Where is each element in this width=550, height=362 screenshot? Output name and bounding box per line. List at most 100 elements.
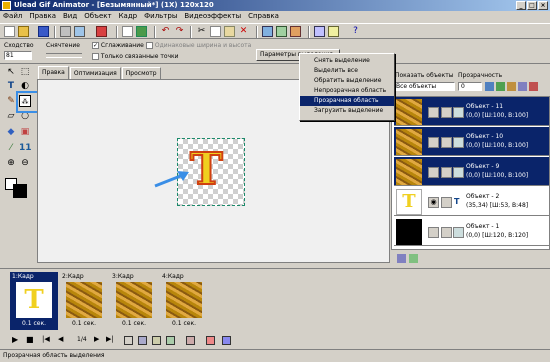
duplicate-frame-icon[interactable] — [138, 336, 147, 345]
menu-help[interactable]: Справка — [248, 11, 279, 22]
tab-optimize[interactable]: Оптимизация — [69, 67, 121, 79]
zoom-in-icon[interactable]: ⊕ — [5, 157, 17, 169]
play-icon[interactable]: ▶ — [12, 335, 18, 344]
menu-item-select-all[interactable]: Выделить все — [300, 66, 394, 76]
preview-icon[interactable] — [314, 26, 325, 37]
undo-icon[interactable]: ↶ — [160, 26, 171, 37]
menu-file[interactable]: Файл — [3, 11, 22, 22]
new-file-icon[interactable] — [4, 26, 15, 37]
shape-tool-icon[interactable]: ▣ — [19, 126, 31, 138]
menu-item-invert-selection[interactable]: Обратить выделение — [300, 76, 394, 86]
paint-icon[interactable] — [96, 26, 107, 37]
paste-icon[interactable] — [224, 26, 235, 37]
lock-toggle-icon[interactable] — [441, 197, 452, 208]
lock-toggle-icon[interactable] — [441, 107, 452, 118]
cut-icon[interactable]: ✂ — [196, 26, 207, 37]
smoothing-option[interactable]: ✓ Сглаживание — [92, 42, 144, 49]
lock-toggle-icon[interactable] — [441, 137, 452, 148]
eyedropper-tool-icon[interactable]: ⁄ — [5, 142, 17, 154]
menu-item-transparent-area[interactable]: Прозрачная область — [300, 96, 394, 106]
show-objects-select[interactable]: Все объекты — [393, 82, 455, 91]
frame-delay: 0.1 сек. — [72, 320, 96, 327]
prev-frame-icon[interactable]: ◀ — [58, 335, 63, 343]
object-props-icon[interactable] — [507, 82, 516, 91]
help-icon[interactable]: ? — [350, 26, 361, 37]
delete-frame-icon[interactable] — [206, 336, 215, 345]
object-up-icon[interactable] — [397, 254, 406, 263]
add-image-icon[interactable] — [60, 26, 71, 37]
object-row[interactable]: T ◉ T Объект - 2 (35,34) [Ш:53, В:48] — [394, 187, 549, 216]
object-row[interactable]: Объект - 1 (0,0) [Ш:120, В:120] — [394, 217, 549, 246]
similarity-input[interactable]: 81 — [4, 51, 32, 60]
merge-object-icon[interactable] — [496, 82, 505, 91]
foreground-color-swatch[interactable] — [13, 184, 27, 198]
object-row[interactable]: Объект - 10 (0,0) [Ш:100, В:100] — [394, 127, 549, 156]
tab-edit[interactable]: Правка — [38, 66, 69, 79]
marquee-tool-icon[interactable]: ⬚ — [19, 66, 31, 78]
same-size-option[interactable]: Одинаковые ширина и высота — [146, 42, 251, 49]
visibility-eye-icon[interactable]: ◉ — [428, 197, 439, 208]
rotate-icon[interactable] — [290, 26, 301, 37]
menu-item-load-selection[interactable]: Загрузить выделение — [300, 106, 394, 116]
visibility-toggle-icon[interactable] — [428, 167, 439, 178]
add-video-icon[interactable] — [74, 26, 85, 37]
pointer-tool-icon[interactable]: ↖ — [5, 66, 17, 78]
save-optimized-icon[interactable] — [136, 26, 147, 37]
menu-edit[interactable]: Правка — [29, 11, 56, 22]
save-icon[interactable] — [38, 26, 49, 37]
frame-item[interactable]: 3:Кадр 0.1 сек. — [110, 272, 158, 330]
redo-icon[interactable]: ↷ — [174, 26, 185, 37]
tab-preview[interactable]: Просмотр — [121, 67, 161, 79]
smoothing-checkbox[interactable]: ✓ — [92, 42, 99, 49]
delete-icon[interactable]: ✕ — [238, 26, 249, 37]
menu-item-deselect[interactable]: Снять выделение — [300, 56, 394, 66]
menu-filters[interactable]: Фильтры — [144, 11, 177, 22]
lock-toggle-icon[interactable] — [441, 167, 452, 178]
open-folder-icon[interactable] — [18, 26, 29, 37]
crop-icon[interactable] — [262, 26, 273, 37]
fill-tool-icon[interactable]: ◆ — [5, 126, 17, 138]
frame-item[interactable]: 1:Кадр T 0.1 сек. — [10, 272, 58, 330]
same-size-checkbox[interactable] — [146, 42, 153, 49]
minimize-button[interactable]: _ — [516, 1, 526, 10]
menu-item-opaque-area[interactable]: Непрозрачная область — [300, 86, 394, 96]
delete-object-icon[interactable] — [529, 82, 538, 91]
opacity-input[interactable]: 0 — [458, 82, 482, 91]
linked-points-checkbox[interactable] — [92, 53, 99, 60]
object-row[interactable]: Объект - 9 (0,0) [Ш:100, В:100] — [394, 157, 549, 186]
visibility-toggle-icon[interactable] — [428, 227, 439, 238]
document-icon[interactable] — [122, 26, 133, 37]
linked-points-option[interactable]: Только связанные точки — [92, 53, 179, 60]
tween-icon[interactable] — [152, 336, 161, 345]
object-row[interactable]: Объект - 11 (0,0) [Ш:100, В:100] — [394, 97, 549, 126]
copy-icon[interactable] — [210, 26, 221, 37]
move-up-icon[interactable] — [518, 82, 527, 91]
removal-slider[interactable] — [46, 53, 82, 58]
frame-item[interactable]: 2:Кадр 0.1 сек. — [60, 272, 108, 330]
frame-item[interactable]: 4:Кадр 0.1 сек. — [160, 272, 208, 330]
lock-toggle-icon[interactable] — [441, 227, 452, 238]
frame-props-icon[interactable] — [186, 336, 195, 345]
stop-icon[interactable]: ■ — [26, 335, 34, 344]
zoom-out-icon[interactable]: ⊖ — [19, 157, 31, 169]
numbering-tool-icon[interactable]: 11 — [19, 142, 32, 154]
next-frame-icon[interactable]: ▶ — [94, 335, 99, 343]
menu-video-effects[interactable]: Видеоэффекты — [184, 11, 241, 22]
menu-frame[interactable]: Кадр — [119, 11, 138, 22]
add-frame-icon[interactable] — [124, 336, 133, 345]
object-down-icon[interactable] — [409, 254, 418, 263]
text-banner-icon[interactable] — [166, 336, 175, 345]
visibility-toggle-icon[interactable] — [428, 107, 439, 118]
object-type-icon — [453, 107, 464, 118]
first-frame-icon[interactable]: |◀ — [42, 335, 50, 343]
resize-icon[interactable] — [276, 26, 287, 37]
menu-object[interactable]: Объект — [84, 11, 111, 22]
menu-view[interactable]: Вид — [63, 11, 77, 22]
browser-preview-icon[interactable] — [328, 26, 339, 37]
onion-skin-icon[interactable] — [222, 336, 231, 345]
last-frame-icon[interactable]: ▶| — [106, 335, 114, 343]
visibility-toggle-icon[interactable] — [428, 137, 439, 148]
new-object-icon[interactable] — [485, 82, 494, 91]
close-button[interactable]: × — [538, 1, 548, 10]
maximize-button[interactable]: □ — [527, 1, 537, 10]
